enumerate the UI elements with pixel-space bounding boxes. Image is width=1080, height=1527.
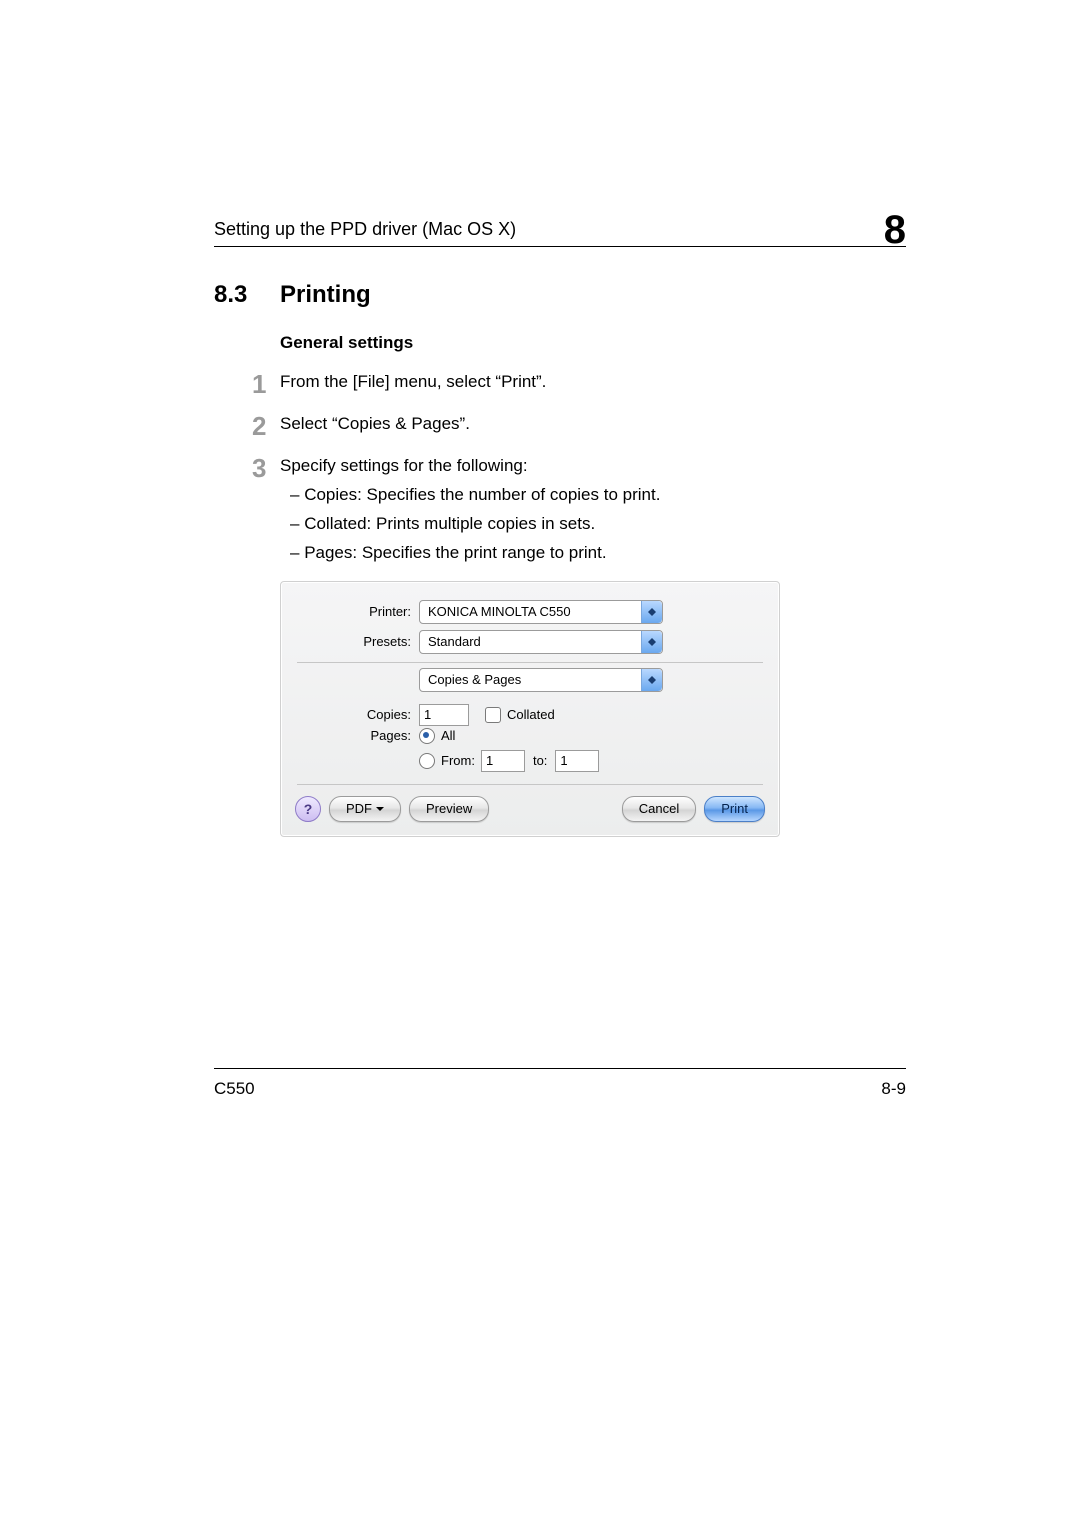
step-item: 2 Select “Copies & Pages”. — [252, 413, 906, 439]
step-text: Specify settings for the following: – Co… — [280, 455, 906, 565]
section-heading: 8.3 Printing — [214, 281, 906, 309]
page-content: Setting up the PPD driver (Mac OS X) 8 8… — [214, 200, 906, 837]
pdf-menu-button[interactable]: PDF — [329, 796, 401, 822]
preview-button[interactable]: Preview — [409, 796, 489, 822]
running-head-text: Setting up the PPD driver (Mac OS X) — [214, 219, 516, 240]
step-sub: – Collated: Prints multiple copies in se… — [306, 513, 906, 536]
step-sub: – Copies: Specifies the number of copies… — [306, 484, 906, 507]
printer-select[interactable]: KONICA MINOLTA C550 — [419, 600, 663, 624]
step-sub: – Pages: Specifies the print range to pr… — [306, 542, 906, 565]
pages-range-radio[interactable] — [419, 753, 435, 769]
presets-value: Standard — [428, 634, 481, 649]
step-number: 3 — [252, 455, 280, 481]
page-footer: C550 8-9 — [214, 1068, 906, 1099]
printer-label: Printer: — [341, 604, 411, 619]
step-list: 1 From the [File] menu, select “Print”. … — [252, 371, 906, 565]
to-input[interactable]: 1 — [555, 750, 599, 772]
pane-value: Copies & Pages — [428, 672, 521, 687]
collated-checkbox[interactable] — [485, 707, 501, 723]
printer-value: KONICA MINOLTA C550 — [428, 604, 571, 619]
chapter-number: 8 — [884, 210, 906, 250]
section-title: Printing — [280, 281, 371, 309]
help-button[interactable]: ? — [295, 796, 321, 822]
footer-model: C550 — [214, 1079, 255, 1099]
footer-rule — [214, 1068, 906, 1069]
cancel-button[interactable]: Cancel — [622, 796, 696, 822]
divider — [297, 784, 763, 785]
step-lead: Specify settings for the following: — [280, 456, 528, 475]
to-label: to: — [533, 753, 547, 768]
running-header: Setting up the PPD driver (Mac OS X) 8 — [214, 200, 906, 247]
presets-select[interactable]: Standard — [419, 630, 663, 654]
collated-label: Collated — [507, 707, 555, 722]
chevron-updown-icon — [641, 601, 662, 623]
print-button[interactable]: Print — [704, 796, 765, 822]
print-dialog: Printer: KONICA MINOLTA C550 Presets: St… — [280, 581, 780, 837]
step-text: Select “Copies & Pages”. — [280, 413, 906, 436]
from-label: From: — [441, 753, 475, 768]
from-input[interactable]: 1 — [481, 750, 525, 772]
step-text: From the [File] menu, select “Print”. — [280, 371, 906, 394]
subsection-title: General settings — [280, 333, 906, 353]
footer-page: 8-9 — [881, 1079, 906, 1099]
step-number: 1 — [252, 371, 280, 397]
step-item: 1 From the [File] menu, select “Print”. — [252, 371, 906, 397]
copies-label: Copies: — [341, 707, 411, 722]
pages-all-radio[interactable] — [419, 728, 435, 744]
pages-label: Pages: — [341, 728, 411, 743]
pages-all-label: All — [441, 728, 455, 743]
pane-select[interactable]: Copies & Pages — [419, 668, 663, 692]
chevron-updown-icon — [641, 669, 662, 691]
chevron-updown-icon — [641, 631, 662, 653]
step-number: 2 — [252, 413, 280, 439]
step-item: 3 Specify settings for the following: – … — [252, 455, 906, 565]
chevron-down-icon — [376, 807, 384, 815]
copies-input[interactable]: 1 — [419, 704, 469, 726]
presets-label: Presets: — [341, 634, 411, 649]
divider — [297, 662, 763, 663]
section-number: 8.3 — [214, 281, 280, 309]
